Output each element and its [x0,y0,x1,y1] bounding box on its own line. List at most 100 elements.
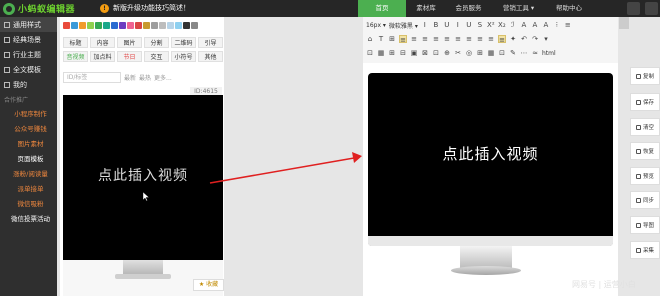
text-style-button[interactable]: T [377,35,385,43]
ellipsis-button[interactable]: ⋯ [520,49,528,57]
color-swatch[interactable] [183,22,190,29]
list-button[interactable]: ≡ [564,21,572,29]
nav-membership[interactable]: 会员服务 [446,0,491,17]
sidebar-link-page-templates[interactable]: 页面模板 [0,152,57,167]
subscript-button[interactable]: X₂ [498,21,506,29]
sidebar-item-templates[interactable]: 全文模板 [0,62,57,77]
html-button[interactable]: html [542,50,556,57]
outdent-button[interactable]: ≡ [454,35,462,43]
color-swatch[interactable] [175,22,182,29]
spacing-before-button[interactable]: ≡ [476,35,484,43]
sidebar-link-miniprogram[interactable]: 小程序制作 [0,107,57,122]
more-button[interactable]: ⁝ [553,21,561,29]
search-input[interactable]: ID/标签 [63,72,121,83]
strikethrough-button[interactable]: S [476,21,484,29]
color-swatch[interactable] [95,22,102,29]
spacing-after-button[interactable]: ≡ [487,35,495,43]
font-size-select[interactable]: 16px ▾ [366,22,386,29]
sidebar-item-mine[interactable]: 我的 [0,77,57,92]
color-swatch[interactable] [79,22,86,29]
undo-button[interactable]: ↶ [520,35,528,43]
toolbar-scrollbar[interactable] [619,17,629,29]
tag-interactive[interactable]: 交互 [144,51,169,62]
color-swatch[interactable] [71,22,78,29]
preview-button[interactable]: 预览 [630,167,660,185]
add-color-icon[interactable] [191,22,198,29]
tag-title[interactable]: 标题 [63,37,88,48]
tag-festival[interactable]: 节日 [117,51,142,62]
color-swatch[interactable] [159,22,166,29]
cut-button[interactable]: ✂ [454,49,462,57]
color-swatch[interactable] [63,22,70,29]
layout-button[interactable]: ▦ [487,49,495,57]
superscript-button[interactable]: X² [487,21,495,29]
tag-content[interactable]: 内容 [90,37,115,48]
link-button[interactable]: ≈ [531,49,539,57]
sidebar-link-wechat-fans[interactable]: 微信吸粉 [0,197,57,212]
editor-monitor-screen[interactable]: 点此插入视频 [368,73,613,246]
sidebar-link-images[interactable]: 图片素材 [0,137,57,152]
border-color-button[interactable]: A [542,21,550,29]
align-right-button[interactable]: ≡ [421,35,429,43]
color-swatch[interactable] [167,22,174,29]
color-swatch[interactable] [87,22,94,29]
nav-help[interactable]: 帮助中心 [546,0,592,17]
video-button[interactable]: ⊡ [498,49,506,57]
tag-divider[interactable]: 分割 [144,37,169,48]
color-swatch[interactable] [135,22,142,29]
user-icon[interactable] [627,2,640,15]
insert-table-button[interactable]: ⊞ [388,49,396,57]
font-color-button[interactable]: A [520,21,528,29]
tag-guide[interactable]: 引导 [198,37,223,48]
editor-canvas[interactable]: 点此插入视频 [363,63,618,296]
notice-banner[interactable]: ! 新版升级功能技巧简述！ [100,3,190,13]
color-swatch[interactable] [127,22,134,29]
color-swatch[interactable] [111,22,118,29]
align-left-button[interactable]: ≡ [399,35,407,44]
tag-extras[interactable]: 加点料 [90,51,115,62]
sidebar-link-followers[interactable]: 涨粉/阅读量 [0,167,57,182]
italic-alt-button[interactable]: I [454,21,462,29]
color-swatch[interactable] [119,22,126,29]
sidebar-item-general[interactable]: 通用样式 [0,17,57,32]
background-color-button[interactable]: A [531,21,539,29]
letter-spacing-button[interactable]: ≡ [498,35,506,44]
tag-media[interactable]: 音视频 [63,51,88,62]
clear-button[interactable]: 清空 [630,118,660,136]
font-family-select[interactable]: 微软雅黑 ▾ [389,21,418,30]
frame-button[interactable]: ▣ [410,49,418,57]
sidebar-item-industry[interactable]: 行业主题 [0,47,57,62]
emoji-button[interactable]: ◎ [465,49,473,57]
divider-button[interactable]: ⊟ [399,49,407,57]
filter-more[interactable]: 更多... [154,73,172,82]
tag-symbols[interactable]: 小符号 [171,51,196,62]
bold-button[interactable]: B [432,21,440,29]
restore-button[interactable]: 恢复 [630,142,660,160]
grid-button[interactable]: ⊞ [476,49,484,57]
format-brush-button[interactable]: ⌂ [366,35,374,43]
line-height-button[interactable]: ≡ [465,35,473,43]
sync-button[interactable]: 同步 [630,191,660,209]
redo-button[interactable]: ↷ [531,35,539,43]
nav-home[interactable]: 首页 [358,0,406,17]
tag-other[interactable]: 其他 [198,51,223,62]
indent-button[interactable]: ≡ [443,35,451,43]
multi-image-button[interactable]: ▦ [377,49,385,57]
clear-format-button[interactable]: ℐ [509,21,517,29]
sidebar-link-orders[interactable]: 派单接单 [0,182,57,197]
color-swatch[interactable] [143,22,150,29]
filter-newest[interactable]: 最新 [124,73,136,82]
copy-button[interactable]: 复制 [630,67,660,85]
table-button[interactable]: ⊞ [388,35,396,43]
video-template-card[interactable]: 点此插入视频 [63,95,223,296]
tag-image[interactable]: 图片 [117,37,142,48]
favorite-button[interactable]: ★ 收藏 [193,279,224,291]
app-logo[interactable]: 小蚂蚁编辑器 [3,2,75,15]
gallery-button[interactable]: ⊡ [432,49,440,57]
export-image-button[interactable]: 导图 [630,216,660,234]
color-swatch[interactable] [151,22,158,29]
save-button[interactable]: 保存 [630,93,660,111]
sidebar-link-earn[interactable]: 公众号赚钱 [0,122,57,137]
settings-icon[interactable] [645,2,658,15]
crop-button[interactable]: ⊠ [421,49,429,57]
